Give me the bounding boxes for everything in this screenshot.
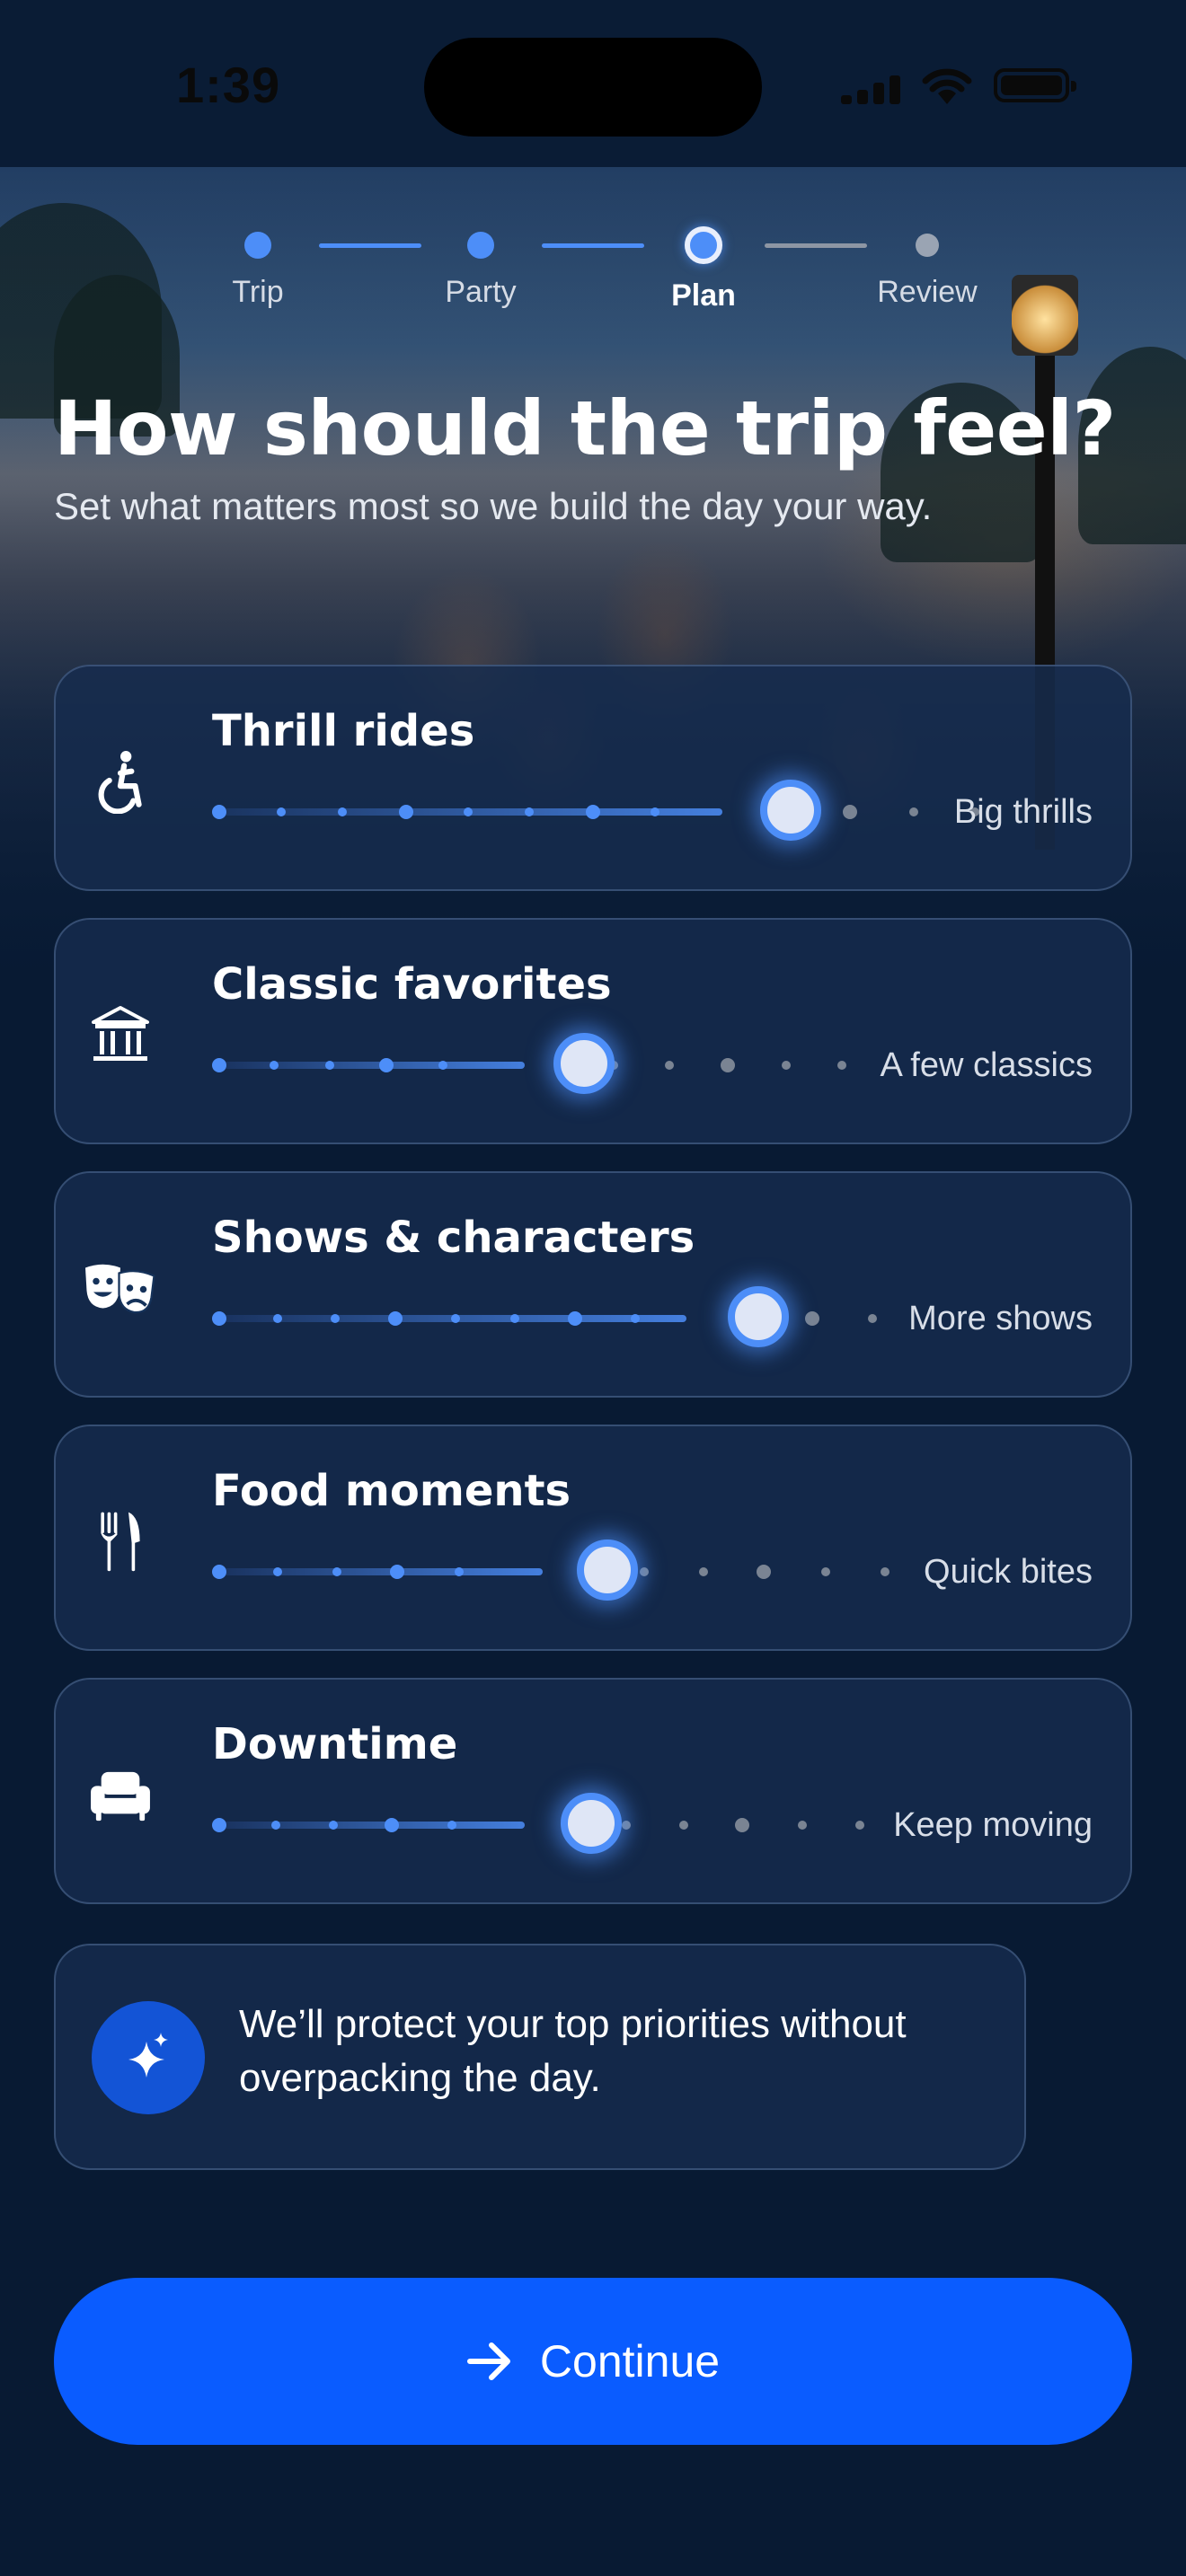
armchair-icon xyxy=(83,1757,158,1832)
card-value-label: A few classics xyxy=(880,1046,1093,1084)
preference-card-food-moments: Food moments Quick bites xyxy=(54,1425,1132,1651)
sparkles-icon xyxy=(92,2001,205,2114)
card-title: Shows & characters xyxy=(212,1213,695,1263)
status-bar: 1:39 xyxy=(0,0,1186,167)
slider-thumb[interactable] xyxy=(553,1033,615,1094)
arrow-right-icon xyxy=(466,2342,510,2380)
slider-thumb[interactable] xyxy=(561,1793,622,1854)
card-value-label: More shows xyxy=(908,1300,1093,1337)
step-label-trip: Trip xyxy=(232,275,284,309)
shows-characters-slider[interactable] xyxy=(212,1286,895,1347)
utensils-icon xyxy=(83,1504,158,1579)
thrill-rides-slider[interactable] xyxy=(212,780,979,841)
continue-button[interactable]: Continue xyxy=(54,2278,1132,2445)
card-title: Downtime xyxy=(212,1719,458,1769)
card-value-label: Big thrills xyxy=(953,793,1093,831)
step-label-party: Party xyxy=(445,275,517,309)
museum-icon xyxy=(83,997,158,1072)
step-dot-trip[interactable] xyxy=(244,232,271,259)
card-value-label: Keep moving xyxy=(893,1806,1093,1844)
progress-stepper: Trip Party Plan Review xyxy=(0,216,1186,323)
card-value-label: Quick bites xyxy=(924,1553,1093,1591)
classic-favorites-slider[interactable] xyxy=(212,1033,913,1094)
page-subtitle: Set what matters most so we build the da… xyxy=(54,485,933,527)
info-banner: We’ll protect your top priorities withou… xyxy=(54,1944,1026,2170)
step-dot-party[interactable] xyxy=(467,232,494,259)
dynamic-island xyxy=(424,38,762,137)
accessibility-icon xyxy=(83,744,158,819)
step-label-review: Review xyxy=(877,275,978,309)
preference-card-thrill-rides: Thrill rides Big thrills xyxy=(54,665,1132,891)
preference-card-shows-characters: Shows & characters More shows xyxy=(54,1171,1132,1398)
card-title: Food moments xyxy=(212,1466,571,1516)
status-time: 1:39 xyxy=(176,57,281,113)
step-dot-plan[interactable] xyxy=(685,226,722,264)
theater-masks-icon xyxy=(83,1250,158,1326)
slider-thumb[interactable] xyxy=(577,1539,638,1601)
downtime-slider[interactable] xyxy=(212,1793,931,1854)
card-title: Classic favorites xyxy=(212,959,612,1010)
step-connector xyxy=(319,243,421,248)
step-dot-review xyxy=(916,234,939,257)
cellular-signal-icon xyxy=(841,72,904,104)
battery-icon xyxy=(994,68,1076,102)
food-moments-slider[interactable] xyxy=(212,1539,949,1601)
slider-thumb[interactable] xyxy=(760,780,821,841)
preference-card-classic-favorites: Classic favorites A few classics xyxy=(54,918,1132,1144)
step-connector xyxy=(765,243,867,248)
slider-thumb[interactable] xyxy=(728,1286,789,1347)
info-text: We’ll protect your top priorities withou… xyxy=(239,2002,907,2100)
step-label-plan: Plan xyxy=(671,278,736,313)
card-title: Thrill rides xyxy=(212,706,475,756)
step-connector xyxy=(542,243,644,248)
wifi-icon xyxy=(922,68,972,104)
preference-card-downtime: Downtime Keep moving xyxy=(54,1678,1132,1904)
page-title: How should the trip feel? xyxy=(54,384,1116,472)
continue-button-label: Continue xyxy=(539,2336,721,2386)
